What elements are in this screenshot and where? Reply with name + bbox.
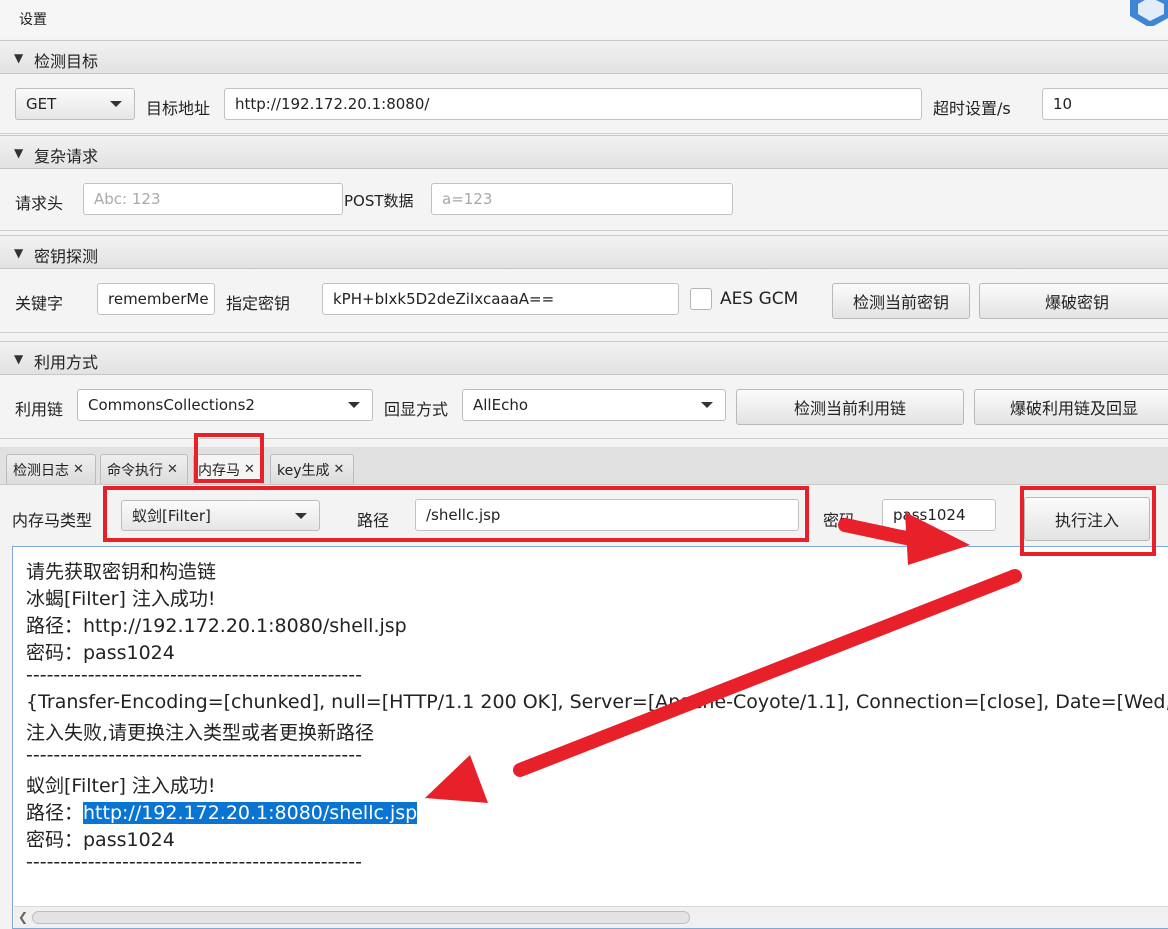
- app-window: 设置 ▼ 检测目标 GET 目标地址 http://192.172.20.1:8…: [0, 0, 1168, 929]
- arrow-to-url: [513, 569, 1022, 777]
- annotation-arrows: [425, 512, 1022, 803]
- arrow-to-url-head: [425, 755, 488, 803]
- arrow-to-inject-head: [905, 512, 970, 565]
